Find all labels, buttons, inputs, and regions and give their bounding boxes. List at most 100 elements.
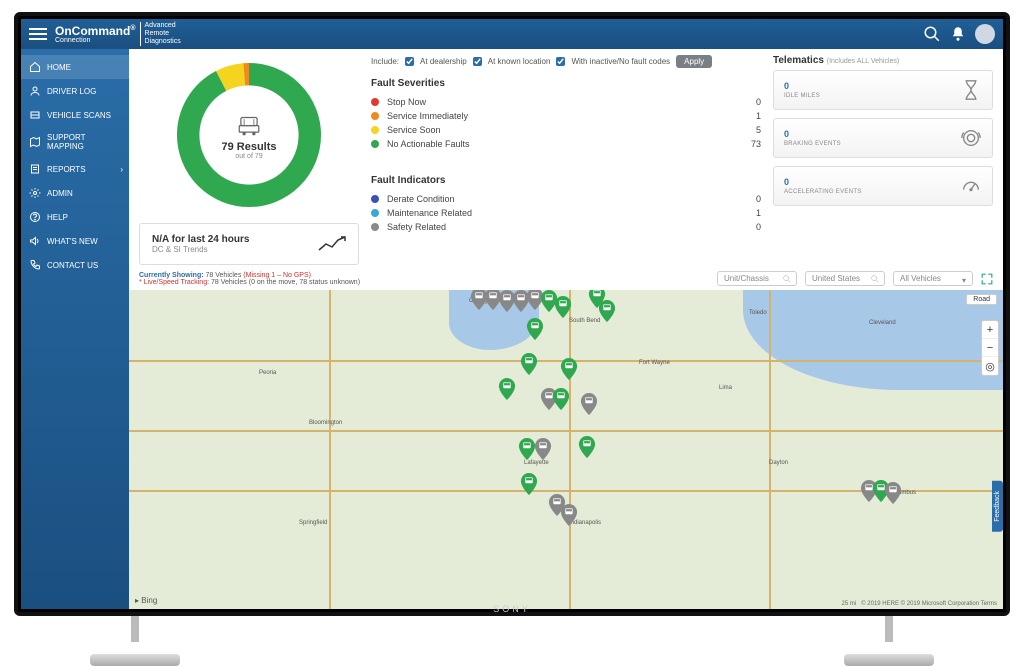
user-avatar[interactable] [975,24,995,44]
vehicle-pin[interactable] [884,482,902,504]
city-label: Cleveland [869,320,896,326]
map-icon [29,136,41,148]
donut-sub: out of 79 [235,153,262,160]
sidebar-item-vehicle-scans[interactable]: VEHICLE SCANS [21,103,129,127]
donut-count: 79 Results [221,141,276,153]
city-label: Springfield [299,520,327,526]
vehicle-pin[interactable] [554,296,572,318]
chk-dealership[interactable] [405,57,414,66]
trend-spark-icon [318,236,346,252]
map-toolbar: Currently Showing: 78 Vehicles (Missing … [129,269,1003,290]
city-label: Fort Wayne [639,360,670,366]
showing-prefix: Currently Showing: [139,272,204,279]
indicator-dot-icon [371,209,379,217]
truck-icon [236,111,262,137]
gear-icon [29,187,41,199]
bell-icon[interactable] [949,25,967,43]
tv-stand [90,616,180,666]
zoom-in-button[interactable]: + [982,321,998,339]
chk-inactive[interactable] [556,57,565,66]
trend-title: N/A for last 24 hours [152,234,249,245]
brake-icon [960,127,982,149]
severity-row[interactable]: Service Soon5 [371,123,761,137]
apply-button[interactable]: Apply [676,55,712,68]
vehicle-pin[interactable] [498,378,516,400]
scan-icon [29,109,41,121]
trends-card[interactable]: N/A for last 24 hours DC & SI Trends [139,223,359,265]
vehicle-pin[interactable] [520,353,538,375]
fault-donut-chart: 79 Results out of 79 [169,55,329,215]
sidebar-item-support-mapping[interactable]: SUPPORT MAPPING [21,127,129,157]
telematics-card-braking-events[interactable]: 0BRAKING EVENTS [773,118,993,158]
severity-row[interactable]: Service Immediately1 [371,109,761,123]
vehicle-pin[interactable] [534,438,552,460]
tv-stand [844,616,934,666]
telematics-title: Telematics (Includes ALL Vehicles) [773,55,993,66]
vehicle-pin[interactable] [560,504,578,526]
map-zoom-controls: + − ◎ [981,320,999,376]
chevron-right-icon: › [120,165,123,174]
map-type-road-button[interactable]: Road [966,294,997,305]
lake-erie [743,290,1003,390]
severity-row[interactable]: No Actionable Faults73 [371,137,761,151]
gauge-icon [960,175,982,197]
sidebar-nav: HOMEDRIVER LOGVEHICLE SCANSSUPPORT MAPPI… [21,49,129,609]
sidebar-item-home[interactable]: HOME [21,55,129,79]
vehicle-pin[interactable] [580,393,598,415]
city-label: Bloomington [309,420,342,426]
indicator-row[interactable]: Derate Condition0 [371,192,761,206]
indicator-row[interactable]: Safety Related0 [371,220,761,234]
city-label: Lima [719,385,732,391]
telematics-card-idle-miles[interactable]: 0IDLE MILES [773,70,993,110]
severity-dot-icon [371,140,379,148]
hourglass-icon [960,79,982,101]
vehicle-pin[interactable] [526,318,544,340]
sidebar-item-contact-us[interactable]: CONTACT US [21,253,129,277]
search-icon[interactable] [923,25,941,43]
indicators-title: Fault Indicators [371,175,761,186]
brand-logo: OnCommand® Connection [55,24,136,44]
trend-sub: DC & SI Trends [152,245,249,254]
locate-button[interactable]: ◎ [982,357,998,375]
unit-chassis-search[interactable]: Unit/Chassis [717,271,797,286]
fleet-map[interactable]: Road + − ◎ Feedback ▸ Bing 25 mi © 2019 … [129,290,1003,609]
telematics-card-accelerating-events[interactable]: 0ACCELERATING EVENTS [773,166,993,206]
vehicle-pin[interactable] [560,358,578,380]
sidebar-item-reports[interactable]: REPORTS› [21,157,129,181]
sidebar-item-admin[interactable]: ADMIN [21,181,129,205]
zoom-out-button[interactable]: − [982,339,998,357]
sidebar-item-help[interactable]: HELP [21,205,129,229]
hamburger-menu-icon[interactable] [29,25,47,43]
report-icon [29,163,41,175]
indicator-row[interactable]: Maintenance Related1 [371,206,761,220]
indicator-dot-icon [371,195,379,203]
sidebar-item-driver-log[interactable]: DRIVER LOG [21,79,129,103]
vehicle-pin[interactable] [598,300,616,322]
tv-brand: SONY [493,604,531,614]
vehicle-filter-select[interactable]: All Vehicles ▾ [893,271,973,286]
severity-row[interactable]: Stop Now0 [371,95,761,109]
severities-title: Fault Severities [371,78,761,89]
city-label: South Bend [569,318,600,324]
user-icon [29,85,41,97]
vehicle-pin[interactable] [578,436,596,458]
city-label: Toledo [749,310,767,316]
country-search[interactable]: United States [805,271,885,286]
vehicle-pin[interactable] [552,388,570,410]
app-header: OnCommand® Connection Advanced Remote Di… [21,19,1003,49]
feedback-tab[interactable]: Feedback [992,481,1003,532]
phone-icon [29,259,41,271]
speaker-icon [29,235,41,247]
city-label: Lafayette [524,460,549,466]
missing-gps[interactable]: (Missing 1 – No GPS) [243,272,311,279]
bing-logo: ▸ Bing [135,596,157,605]
severity-dot-icon [371,126,379,134]
sidebar-item-what-s-new[interactable]: WHAT'S NEW [21,229,129,253]
chk-known-location[interactable] [473,57,482,66]
brand-tagline: Advanced Remote Diagnostics [140,22,181,46]
expand-map-icon[interactable] [981,273,993,285]
vehicle-pin[interactable] [520,473,538,495]
include-filter-row: Include: At dealership At known location… [371,55,761,68]
include-label: Include: [371,57,399,66]
city-label: Dayton [769,460,788,466]
